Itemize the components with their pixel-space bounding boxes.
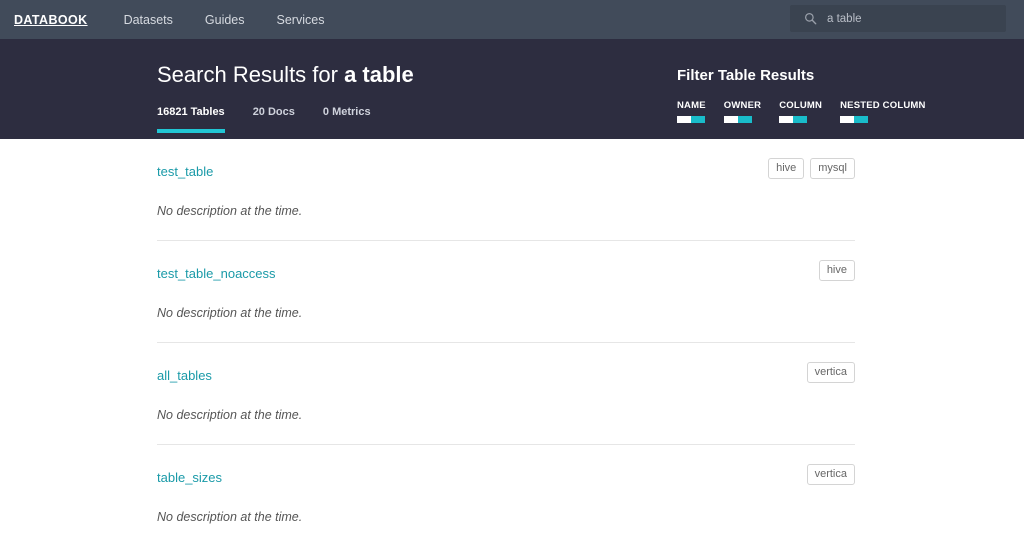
filter-owner: OWNER xyxy=(724,100,761,123)
toggle-off-half xyxy=(677,116,691,123)
source-badge[interactable]: vertica xyxy=(807,362,855,383)
result-type-tabs: 16821 Tables 20 Docs 0 Metrics xyxy=(157,106,399,133)
result-title-link[interactable]: test_table_noaccess xyxy=(157,266,276,281)
result-row: all_tables vertica No description at the… xyxy=(157,343,855,445)
filter-panel: Filter Table Results NAME OWNER COLUMN xyxy=(677,67,926,123)
source-badge[interactable]: vertica xyxy=(807,464,855,485)
toggle-on-half xyxy=(793,116,807,123)
filter-column: COLUMN xyxy=(779,100,822,123)
page-title-query: a table xyxy=(344,62,414,87)
result-title-link[interactable]: test_table xyxy=(157,164,213,179)
result-source-badges: vertica xyxy=(807,362,855,383)
result-row: test_table hive mysql No description at … xyxy=(157,139,855,241)
search-header-band: Search Results for a table 16821 Tables … xyxy=(0,39,1024,139)
search-input[interactable] xyxy=(827,13,998,25)
result-source-badges: hive xyxy=(819,260,855,281)
search-icon xyxy=(804,12,817,25)
nav-item-services[interactable]: Services xyxy=(277,13,325,27)
toggle-on-half xyxy=(854,116,868,123)
page-title: Search Results for a table xyxy=(157,62,414,88)
page-title-prefix: Search Results for xyxy=(157,62,344,87)
result-description: No description at the time. xyxy=(157,408,855,422)
top-navigation-bar: DATABOOK Datasets Guides Services xyxy=(0,0,1024,39)
toggle-on-half xyxy=(691,116,705,123)
brand-logo[interactable]: DATABOOK xyxy=(14,13,88,27)
result-description: No description at the time. xyxy=(157,306,855,320)
result-row: table_sizes vertica No description at th… xyxy=(157,445,855,546)
filter-name: NAME xyxy=(677,100,706,123)
result-row: test_table_noaccess hive No description … xyxy=(157,241,855,343)
toggle-off-half xyxy=(840,116,854,123)
filter-nested-column-label: NESTED COLUMN xyxy=(840,100,925,111)
source-badge[interactable]: hive xyxy=(768,158,804,179)
nav-item-datasets[interactable]: Datasets xyxy=(124,13,173,27)
nav-item-guides[interactable]: Guides xyxy=(205,13,245,27)
filter-nested-column: NESTED COLUMN xyxy=(840,100,925,123)
filter-panel-heading: Filter Table Results xyxy=(677,67,926,84)
toggle-off-half xyxy=(779,116,793,123)
result-title-link[interactable]: all_tables xyxy=(157,368,212,383)
filter-toggle-row: NAME OWNER COLUMN xyxy=(677,100,926,123)
result-source-badges: vertica xyxy=(807,464,855,485)
search-results-list: test_table hive mysql No description at … xyxy=(0,139,1024,546)
filter-name-toggle[interactable] xyxy=(677,116,705,123)
filter-owner-label: OWNER xyxy=(724,100,761,111)
toggle-off-half xyxy=(724,116,738,123)
toggle-on-half xyxy=(738,116,752,123)
tab-tables[interactable]: 16821 Tables xyxy=(157,106,225,133)
tab-metrics[interactable]: 0 Metrics xyxy=(323,106,371,133)
result-description: No description at the time. xyxy=(157,204,855,218)
filter-name-label: NAME xyxy=(677,100,706,111)
result-description: No description at the time. xyxy=(157,510,855,524)
result-source-badges: hive mysql xyxy=(768,158,855,179)
filter-nested-column-toggle[interactable] xyxy=(840,116,868,123)
source-badge[interactable]: mysql xyxy=(810,158,855,179)
filter-column-label: COLUMN xyxy=(779,100,822,111)
search-box[interactable] xyxy=(790,5,1006,32)
source-badge[interactable]: hive xyxy=(819,260,855,281)
result-title-link[interactable]: table_sizes xyxy=(157,470,222,485)
nav-links: Datasets Guides Services xyxy=(124,13,325,27)
tab-docs[interactable]: 20 Docs xyxy=(253,106,295,133)
filter-column-toggle[interactable] xyxy=(779,116,807,123)
filter-owner-toggle[interactable] xyxy=(724,116,752,123)
